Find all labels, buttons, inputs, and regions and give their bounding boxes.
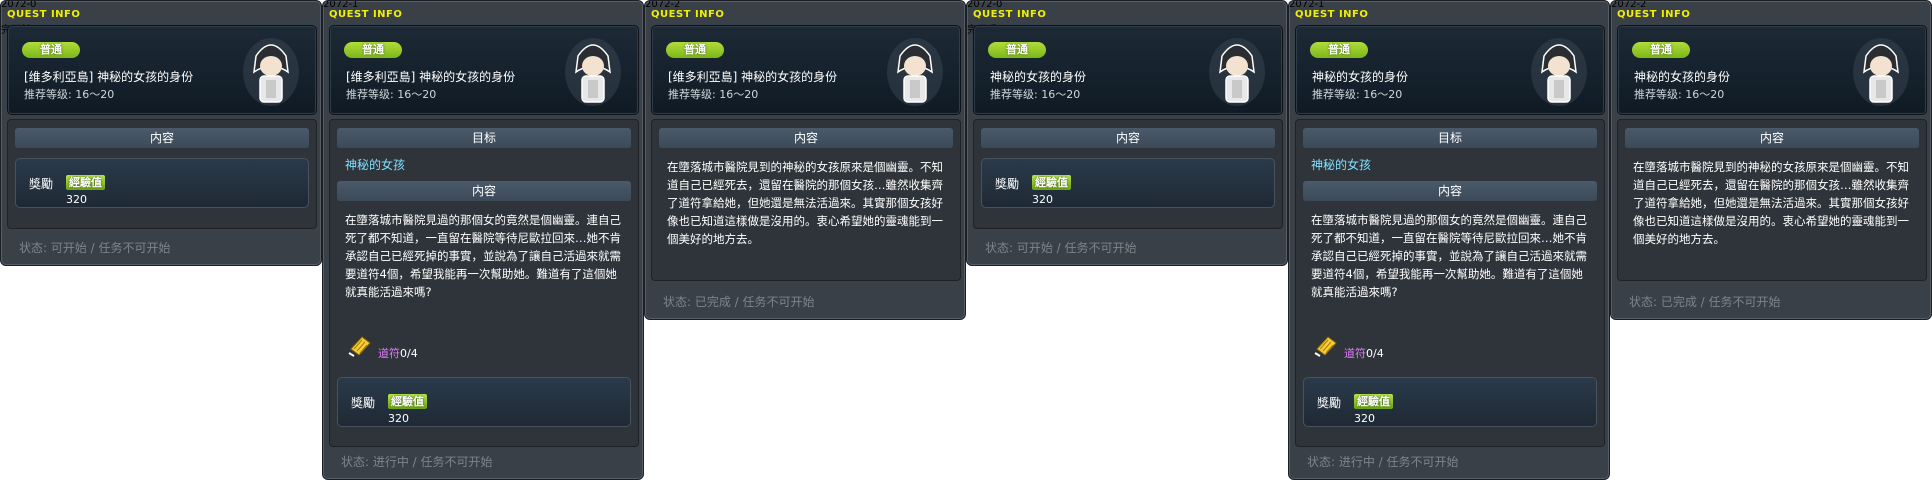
quest-item-label: 道符0/4 [378,345,418,361]
quest-status: 状态: 进行中 / 任务不可开始 [341,455,493,469]
exp-value: 320 [1032,193,1053,206]
content-text: 在墮落城市醫院見到的神秘的女孩原來是個幽靈。不知道自己已經死去，還留在醫院的那個… [667,160,943,246]
content-text: 在墮落城市醫院見到的神秘的女孩原來是個幽靈。不知道自己已經死去，還留在醫院的那個… [1633,160,1909,246]
quest-level: 推荐等级: 16～20 [1634,88,1725,101]
reward-label: 獎勵 [1317,396,1342,410]
quest-body: 内容 獎勵 經驗值 320 [973,119,1283,229]
quest-name: 神秘的女孩的身份 [1312,70,1409,84]
npc-portrait-icon [243,38,299,106]
quest-header: 普通 [维多利亞島] 神秘的女孩的身份 推荐等级: 16～20 [7,25,317,115]
quest-level: 推荐等级: 16～20 [990,88,1081,101]
content-header: 内容 [1303,181,1597,201]
quest-body: 目标 神秘的女孩 内容 在墮落城市醫院見過的那個女的竟然是個幽靈。連自己死了都不… [329,119,639,447]
content-header: 内容 [337,181,631,201]
quest-header: 普通 [维多利亞島] 神秘的女孩的身份 推荐等级: 16～20 [329,25,639,115]
quest-header: 普通 神秘的女孩的身份 推荐等级: 16～20 [1295,25,1605,115]
quest-level: 推荐等级: 16～20 [24,88,115,101]
content-header: 内容 [1625,128,1919,148]
quest-panel-2: 2072-1 QUEST INFO 普通 [维多利亞島] 神秘的女孩的身份 推荐… [322,0,644,480]
quest-item-row: 道符0/4 [348,335,638,363]
reward-label: 獎勵 [29,177,54,191]
npc-portrait-icon [887,38,943,106]
npc-portrait-icon [565,38,621,106]
quest-level: 推荐等级: 16～20 [668,88,759,101]
target-text: 神秘的女孩 [1311,158,1372,172]
quest-name: 神秘的女孩的身份 [990,70,1087,84]
content-header: 内容 [981,128,1275,148]
content-header: 内容 [659,128,953,148]
exp-badge: 經驗值 [388,394,427,409]
reward-label: 獎勵 [351,396,376,410]
quest-status: 状态: 已完成 / 任务不可开始 [663,295,815,309]
target-header: 目标 [1303,128,1597,148]
reward-label: 獎勵 [995,177,1020,191]
exp-value: 320 [388,412,409,425]
item-count: 0/4 [1366,347,1384,360]
quest-header: 普通 神秘的女孩的身份 推荐等级: 16～20 [1617,25,1927,115]
content-text: 在墮落城市醫院見過的那個女的竟然是個幽靈。連自己死了都不知道，一直留在醫院等待尼… [1311,213,1587,299]
quest-info-label: QUEST INFO [329,9,403,20]
quest-body: 内容 在墮落城市醫院見到的神秘的女孩原來是個幽靈。不知道自己已經死去，還留在醫院… [1617,119,1927,281]
reward-box: 獎勵 經驗值 320 [337,377,631,427]
quest-header: 普通 [维多利亞島] 神秘的女孩的身份 推荐等级: 16～20 [651,25,961,115]
difficulty-badge: 普通 [1632,42,1690,58]
quest-panel-5: 2072-1 QUEST INFO 普通 神秘的女孩的身份 推荐等级: 16～2… [1288,0,1610,480]
difficulty-badge: 普通 [1310,42,1368,58]
difficulty-badge: 普通 [344,42,402,58]
quest-body: 内容 獎勵 經驗值 320 [7,119,317,229]
reward-box: 獎勵 經驗值 320 [1303,377,1597,427]
reward-box: 獎勵 經驗值 320 [15,158,309,208]
quest-status: 状态: 已完成 / 任务不可开始 [1629,295,1781,309]
content-header: 内容 [15,128,309,148]
quest-status: 状态: 可开始 / 任务不可开始 [985,241,1137,255]
item-name: 道符 [378,347,400,360]
item-name: 道符 [1344,347,1366,360]
quest-body: 内容 在墮落城市醫院見到的神秘的女孩原來是個幽靈。不知道自己已經死去，還留在醫院… [651,119,961,281]
quest-info-label: QUEST INFO [1295,9,1369,20]
quest-info-label: QUEST INFO [7,9,81,20]
content-text: 在墮落城市醫院見過的那個女的竟然是個幽靈。連自己死了都不知道，一直留在醫院等待尼… [345,213,621,299]
difficulty-badge: 普通 [666,42,724,58]
quest-status: 状态: 可开始 / 任务不可开始 [19,241,171,255]
item-count: 0/4 [400,347,418,360]
talisman-scroll-icon [1314,336,1337,357]
quest-name: 神秘的女孩的身份 [1634,70,1731,84]
exp-badge: 經驗值 [66,175,105,190]
quest-level: 推荐等级: 16～20 [346,88,437,101]
exp-badge: 經驗值 [1354,394,1393,409]
target-text: 神秘的女孩 [345,158,406,172]
npc-portrait-icon [1531,38,1587,106]
quest-panel-1: 2072-0 QUEST INFO 完更前 普通 [维多利亞島] 神秘的女孩的身… [0,0,322,266]
quest-panel-4: 2072-0 QUEST INFO 完更后 普通 神秘的女孩的身份 推荐等级: … [966,0,1288,266]
difficulty-badge: 普通 [22,42,80,58]
quest-panel-6: 2072-2 QUEST INFO 普通 神秘的女孩的身份 推荐等级: 16～2… [1610,0,1932,320]
exp-value: 320 [66,193,87,206]
reward-box: 獎勵 經驗值 320 [981,158,1275,208]
npc-portrait-icon [1209,38,1265,106]
talisman-scroll-icon [348,336,371,357]
quest-header: 普通 神秘的女孩的身份 推荐等级: 16～20 [973,25,1283,115]
exp-badge: 經驗值 [1032,175,1071,190]
quest-level: 推荐等级: 16～20 [1312,88,1403,101]
quest-item-label: 道符0/4 [1344,345,1384,361]
exp-value: 320 [1354,412,1375,425]
quest-panel-3: 2072-2 QUEST INFO 普通 [维多利亞島] 神秘的女孩的身份 推荐… [644,0,966,320]
difficulty-badge: 普通 [988,42,1046,58]
quest-info-label: QUEST INFO [651,9,725,20]
quest-status: 状态: 进行中 / 任务不可开始 [1307,455,1459,469]
npc-portrait-icon [1853,38,1909,106]
quest-name: [维多利亞島] 神秘的女孩的身份 [24,70,194,84]
quest-item-row: 道符0/4 [1314,335,1604,363]
quest-name: [维多利亞島] 神秘的女孩的身份 [668,70,838,84]
quest-body: 目标 神秘的女孩 内容 在墮落城市醫院見過的那個女的竟然是個幽靈。連自己死了都不… [1295,119,1605,447]
quest-info-label: QUEST INFO [973,9,1047,20]
quest-name: [维多利亞島] 神秘的女孩的身份 [346,70,516,84]
quest-info-label: QUEST INFO [1617,9,1691,20]
target-header: 目标 [337,128,631,148]
